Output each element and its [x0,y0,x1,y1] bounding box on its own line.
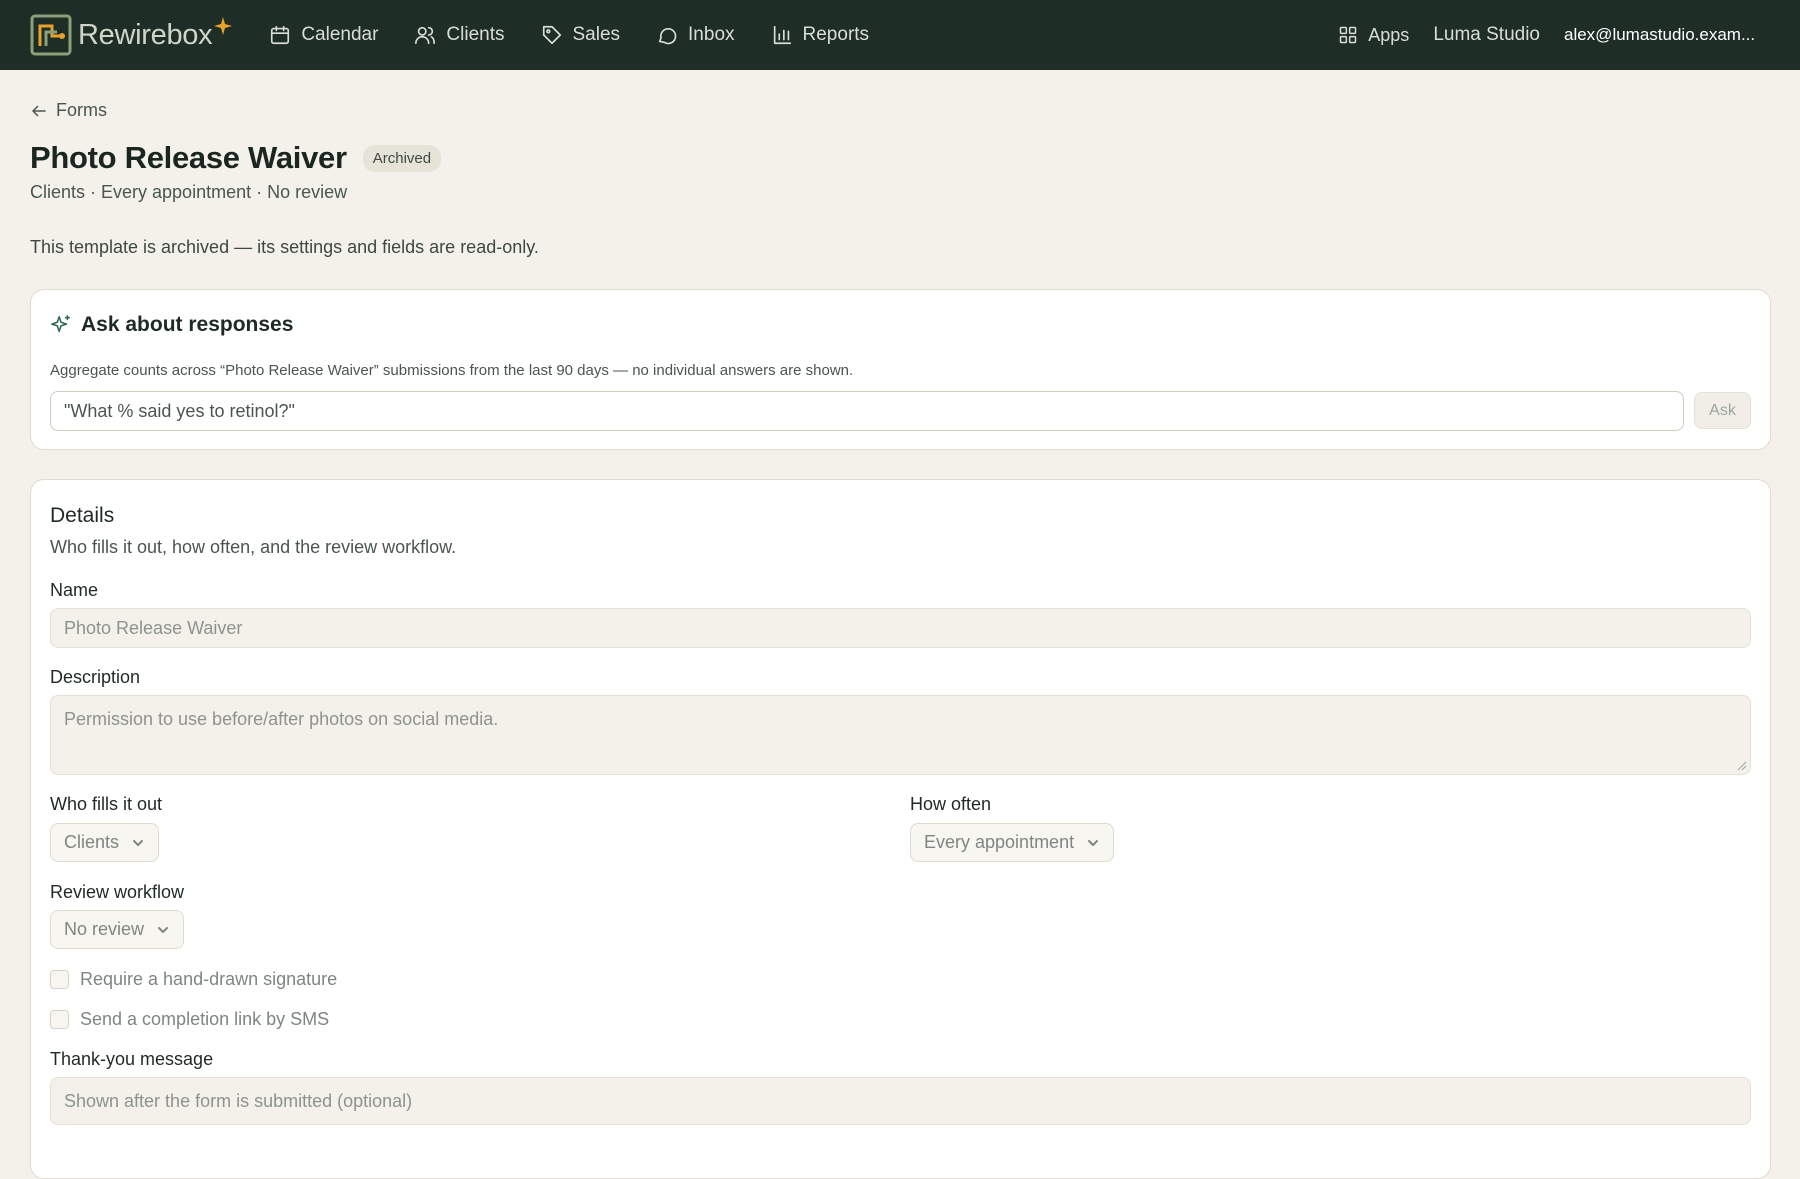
details-description: Who fills it out, how often, and the rev… [50,537,457,557]
who-fills-label: Who fills it out [50,794,163,814]
name-label: Name [50,580,99,600]
top-navigation-bar: Rewirebox Calendar Clients Sales Inbox R… [0,0,1800,70]
description-label: Description [50,667,141,687]
brand-name: Rewirebox [78,18,213,51]
rewirebox-logo-icon [30,14,72,56]
nav-item-inbox[interactable]: Inbox [656,24,735,46]
sms-checkbox-row[interactable]: Send a completion link by SMS [50,1009,329,1030]
nav-item-reports[interactable]: Reports [771,24,870,46]
top-right-controls: Apps Luma Studio alex@lumastudio.exam... [1338,0,1756,70]
review-workflow-value: No review [64,919,145,939]
details-title: Details [50,504,115,527]
page-title: Photo Release Waiver [30,140,347,175]
details-card: Details Who fills it out, how often, and… [30,479,1771,1179]
nav-item-clients[interactable]: Clients [414,24,505,46]
how-often-value: Every appointment [924,832,1075,852]
bar-chart-icon [773,25,791,45]
sparkle-icon [214,17,233,35]
tag-icon [542,25,561,45]
nav-item-sales[interactable]: Sales [541,24,621,46]
sparkles-icon [51,315,71,333]
review-workflow-label: Review workflow [50,882,185,902]
user-menu[interactable]: alex@lumastudio.exam... [1564,25,1756,45]
who-fills-value: Clients [64,832,120,852]
thank-you-field[interactable]: Shown after the form is submitted (optio… [50,1077,1751,1125]
ask-about-responses-card: Ask about responses Aggregate counts acr… [30,289,1771,450]
chevron-down-icon [133,839,144,846]
ask-question-input[interactable]: "What % said yes to retinol?" [50,391,1684,431]
back-to-forms-link[interactable]: Forms [30,100,107,121]
signature-checkbox[interactable] [50,970,69,989]
how-often-label: How often [910,794,992,814]
ask-button[interactable]: Ask [1694,392,1751,429]
grid-icon [1340,26,1357,44]
who-fills-select[interactable]: Clients [50,823,160,862]
chevron-down-icon [1088,839,1099,846]
arrow-left-icon [32,105,46,116]
nav-label: Calendar [301,24,379,45]
apps-button[interactable]: Apps [1338,25,1409,46]
users-icon [415,26,436,45]
nav-label: Sales [572,24,621,45]
sms-checkbox[interactable] [50,1010,69,1029]
resize-handle-icon[interactable] [1737,761,1747,771]
nav-label: Clients [446,24,505,45]
review-workflow-select[interactable]: No review [50,910,185,949]
title-row: Photo Release Waiver Archived [30,140,442,176]
ask-card-title: Ask about responses [81,313,294,336]
main-nav: Calendar Clients Sales Inbox Reports [269,24,905,46]
chevron-down-icon [158,926,169,933]
page-subtitle: Clients · Every appointment · No review [30,182,348,202]
archived-notice: This template is archived — its settings… [30,237,539,257]
calendar-icon [271,25,290,45]
how-often-select[interactable]: Every appointment [910,823,1115,862]
brand-logo[interactable]: Rewirebox [30,14,233,56]
back-label: Forms [56,100,107,120]
signature-checkbox-label: Require a hand-drawn signature [80,969,338,989]
chat-icon [658,28,677,45]
ask-card-description: Aggregate counts across “Photo Release W… [50,362,854,379]
nav-item-calendar[interactable]: Calendar [269,24,378,46]
name-field[interactable]: Photo Release Waiver [50,608,1751,648]
status-badge: Archived [362,144,442,172]
nav-label: Inbox [688,24,735,45]
ask-card-header: Ask about responses [50,313,293,337]
apps-label: Apps [1368,24,1410,45]
thank-you-label: Thank-you message [50,1049,214,1069]
description-value: Permission to use before/after photos on… [64,709,499,729]
signature-checkbox-row[interactable]: Require a hand-drawn signature [50,969,337,990]
nav-label: Reports [802,24,870,45]
description-textarea[interactable]: Permission to use before/after photos on… [50,695,1751,775]
org-switcher[interactable]: Luma Studio [1433,24,1540,46]
sms-checkbox-label: Send a completion link by SMS [80,1009,330,1029]
